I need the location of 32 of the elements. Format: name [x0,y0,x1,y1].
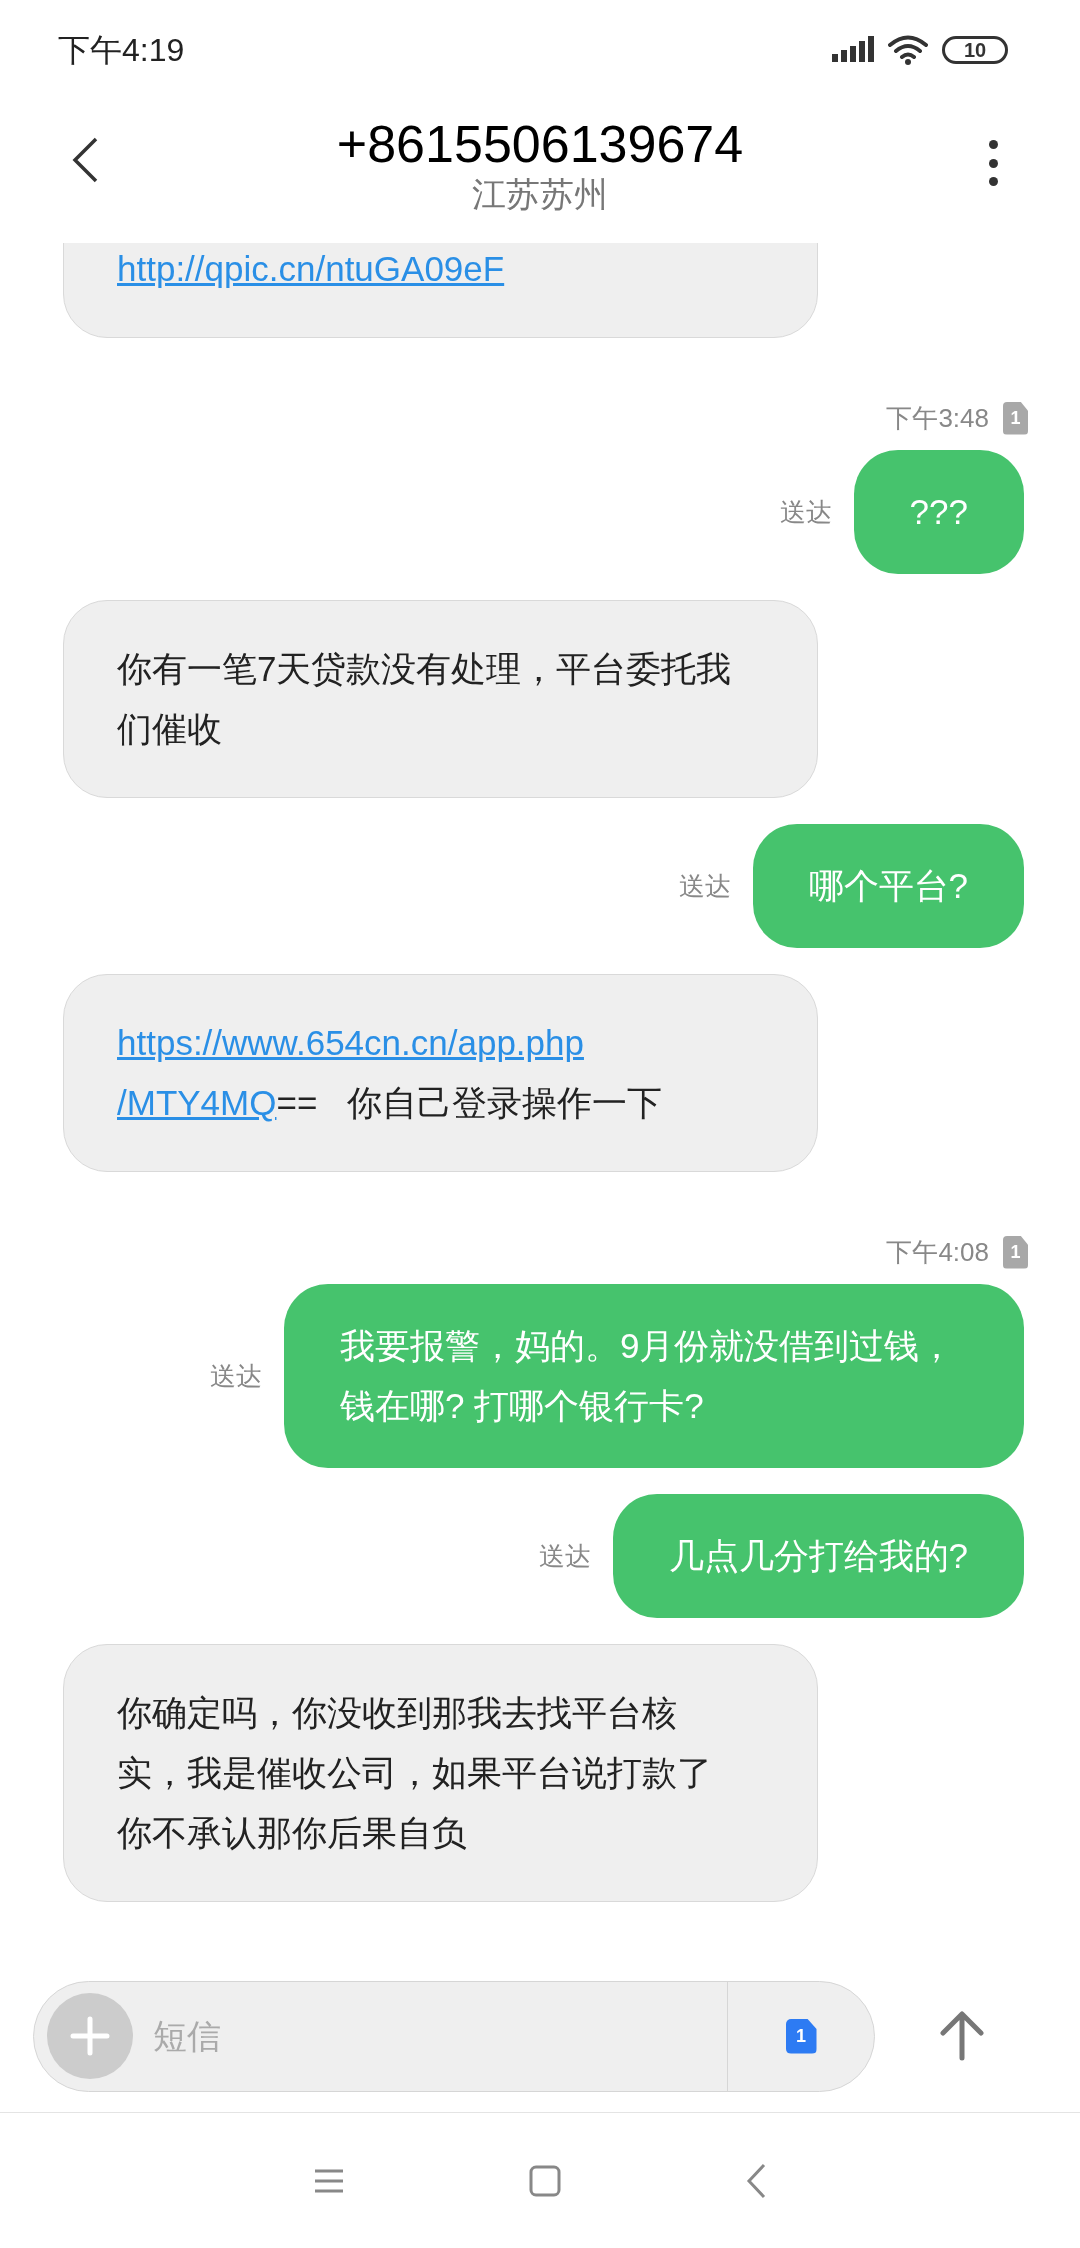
send-button[interactable] [940,2011,984,2061]
plus-icon [70,2016,110,2056]
back-nav-icon[interactable] [746,2162,766,2199]
message-text: https://www.654cn.cn/app.php /MTY4MQ== 你自己登录操作一下 [117,1022,663,1124]
message-text: 你有一笔7天贷款没有处理，平台委托我们催收 [117,648,733,750]
placeholder-text: 短信 [153,2015,222,2057]
message-timestamp: 下午4:08 [886,1235,989,1269]
delivery-status: 送达 [210,1359,262,1393]
message-text: 我要报警，妈的。9月份就没借到过钱，钱在哪? 打哪个银行卡? [340,1325,956,1427]
message-text: ??? [909,491,968,533]
wifi-icon [888,35,928,65]
message-link[interactable]: /MTY4MQ [117,1083,277,1122]
message-text: 你确定吗，你没收到那我去找平台核实，我是催收公司，如果平台说打款了你不承认那你后果自负 [117,1692,713,1854]
sim-card-button[interactable]: 1 [728,1981,874,2091]
message-link[interactable]: https://www.654cn.cn/app.php [117,1023,584,1062]
delivery-status: 送达 [538,1539,591,1573]
status-time: 下午4:19 [58,31,185,70]
message-timestamp: 下午3:48 [886,401,989,435]
home-icon[interactable] [529,2164,561,2197]
sim-icon: 1 [1003,401,1028,435]
sim-icon: 1 [1003,1235,1028,1269]
message-input[interactable]: 短信 1 [33,1980,875,2092]
contact-number: +8615506139674 [336,114,744,174]
message-text: 几点几分打给我的? [668,1535,968,1577]
delivery-status: 送达 [779,495,832,529]
delivery-status: 送达 [678,869,731,903]
contact-location: 江苏苏州 [472,174,608,214]
message-text: 哪个平台? [808,865,968,907]
signal-icon [832,36,874,64]
battery-icon: 10 [942,36,1008,64]
menu-icon[interactable] [314,2168,344,2193]
message-link[interactable]: http://qpic.cn/ntuGA09eF [117,249,505,288]
